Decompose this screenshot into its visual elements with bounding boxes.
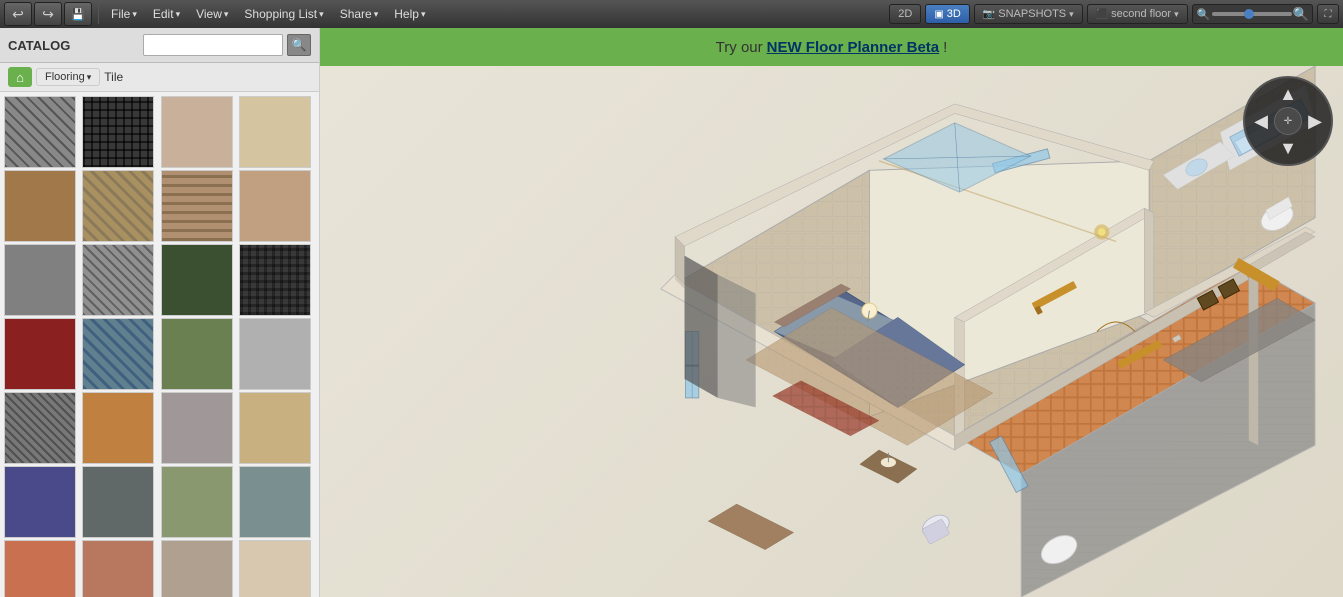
tile-item-19[interactable] <box>161 392 233 464</box>
redo-button[interactable]: ↪ <box>34 2 62 26</box>
menu-bar: File ▾ Edit ▾ View ▾ Shopping List ▾ Sha… <box>103 0 433 28</box>
toolbar: ↩ ↪ 💾 File ▾ Edit ▾ View ▾ Shopping List… <box>0 0 1343 28</box>
toolbar-right: 2D ▣ 3D 📷 SNAPSHOTS ▾ ⬛ second floor ▾ 🔍… <box>889 4 1339 24</box>
flooring-category-button[interactable]: Flooring ▾ <box>36 68 100 86</box>
tile-item-17[interactable] <box>4 392 76 464</box>
home-category-button[interactable]: ⌂ <box>8 67 32 87</box>
tile-item-4[interactable] <box>239 96 311 168</box>
tile-item-12[interactable] <box>239 244 311 316</box>
nav-up-button[interactable]: ▲ <box>1276 82 1300 106</box>
promo-link[interactable]: NEW Floor Planner Beta <box>767 39 940 56</box>
promo-bar: Try our NEW Floor Planner Beta ! <box>320 28 1343 66</box>
left-panel: CATALOG 🔍 ⌂ Flooring ▾ Tile <box>0 28 320 597</box>
menu-share[interactable]: Share ▾ <box>332 0 387 28</box>
menu-edit[interactable]: Edit ▾ <box>145 0 188 28</box>
view-2d-button[interactable]: 2D <box>889 4 921 24</box>
zoom-slider[interactable] <box>1212 12 1292 16</box>
tile-item-3[interactable] <box>161 96 233 168</box>
floor-selector[interactable]: ⬛ second floor ▾ <box>1087 4 1188 24</box>
nav-right-button[interactable]: ▶ <box>1303 109 1327 133</box>
tile-item-26[interactable] <box>82 540 154 597</box>
catalog-search: 🔍 <box>143 34 311 56</box>
tile-item-15[interactable] <box>161 318 233 390</box>
tile-item-14[interactable] <box>82 318 154 390</box>
tile-item-2[interactable] <box>82 96 154 168</box>
tile-item-21[interactable] <box>4 466 76 538</box>
tile-item-9[interactable] <box>4 244 76 316</box>
separator-1 <box>98 4 99 24</box>
snapshots-button[interactable]: 📷 SNAPSHOTS ▾ <box>974 4 1083 24</box>
menu-view[interactable]: View ▾ <box>188 0 236 28</box>
tile-item-18[interactable] <box>82 392 154 464</box>
tile-item-10[interactable] <box>82 244 154 316</box>
tile-item-11[interactable] <box>161 244 233 316</box>
zoom-thumb[interactable] <box>1244 9 1254 19</box>
catalog-title: CATALOG <box>8 38 70 53</box>
fullscreen-button[interactable]: ⛶ <box>1317 4 1339 24</box>
nav-down-button[interactable]: ▼ <box>1276 136 1300 160</box>
nav-circle: ▲ ▼ ◀ ▶ ✛ <box>1243 76 1333 166</box>
tile-item-27[interactable] <box>161 540 233 597</box>
tile-grid <box>0 92 319 597</box>
zoom-out-icon[interactable]: 🔍 <box>1197 8 1211 21</box>
main-layout: CATALOG 🔍 ⌂ Flooring ▾ Tile Try our NEW … <box>0 28 1343 597</box>
floorplan-svg <box>320 66 1343 597</box>
menu-help[interactable]: Help ▾ <box>386 0 433 28</box>
promo-text-after: ! <box>943 39 947 56</box>
tile-item-7[interactable] <box>161 170 233 242</box>
floorplan-area[interactable]: ▲ ▼ ◀ ▶ ✛ <box>320 66 1343 597</box>
save-button[interactable]: 💾 <box>64 2 92 26</box>
navigation-control: ▲ ▼ ◀ ▶ ✛ <box>1243 76 1333 166</box>
view-3d-button[interactable]: ▣ 3D <box>925 4 970 24</box>
tile-item-6[interactable] <box>82 170 154 242</box>
nav-left-button[interactable]: ◀ <box>1249 109 1273 133</box>
catalog-header: CATALOG 🔍 <box>0 28 319 63</box>
tile-item-8[interactable] <box>239 170 311 242</box>
menu-file[interactable]: File ▾ <box>103 0 145 28</box>
category-bar: ⌂ Flooring ▾ Tile <box>0 63 319 92</box>
tile-item-24[interactable] <box>239 466 311 538</box>
search-input[interactable] <box>143 34 283 56</box>
subcategory-label: Tile <box>104 70 123 84</box>
tile-item-13[interactable] <box>4 318 76 390</box>
tile-item-5[interactable] <box>4 170 76 242</box>
tile-item-1[interactable] <box>4 96 76 168</box>
tile-item-16[interactable] <box>239 318 311 390</box>
tile-item-22[interactable] <box>82 466 154 538</box>
zoom-control: 🔍 🔍 <box>1192 4 1313 24</box>
zoom-in-icon[interactable]: 🔍 <box>1293 6 1309 22</box>
promo-text-before: Try our <box>716 39 763 56</box>
menu-shopping-list[interactable]: Shopping List ▾ <box>236 0 331 28</box>
viewport: Try our NEW Floor Planner Beta ! <box>320 28 1343 597</box>
tile-item-20[interactable] <box>239 392 311 464</box>
tile-item-25[interactable] <box>4 540 76 597</box>
nav-center-button[interactable]: ✛ <box>1274 107 1302 135</box>
tile-item-23[interactable] <box>161 466 233 538</box>
undo-button[interactable]: ↩ <box>4 2 32 26</box>
tile-item-28[interactable] <box>239 540 311 597</box>
search-button[interactable]: 🔍 <box>287 34 311 56</box>
